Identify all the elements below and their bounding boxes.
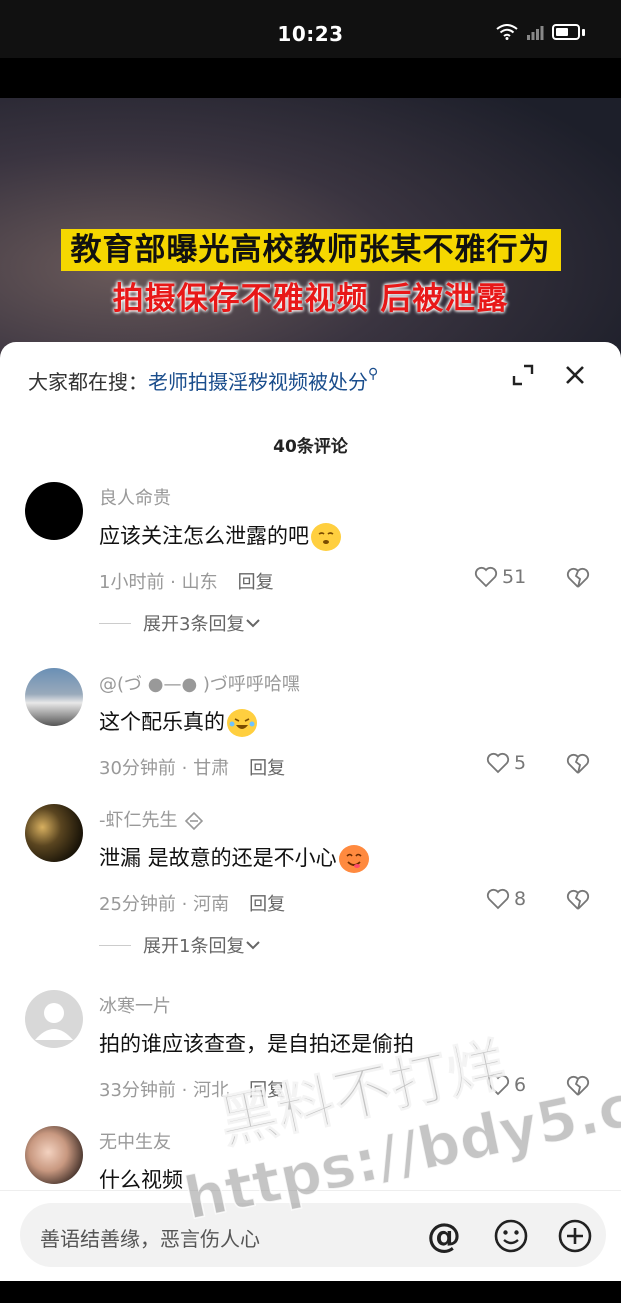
comment-text: 应该关注怎么泄露的吧 [99, 520, 341, 551]
badge-icon [184, 811, 203, 831]
comment-input-bar: 善语结善缘，恶言伤人心 @ [0, 1190, 621, 1281]
yum-emoji-icon [338, 845, 369, 873]
comment-item: 良人命贵 应该关注怎么泄露的吧 1小时前 · 山东 回复 51 展开3条回复 [0, 482, 621, 642]
close-icon[interactable] [562, 362, 588, 388]
status-bar: 10:23 [0, 0, 621, 58]
trending-search: 大家都在搜：老师拍摄淫秽视频被处分⚲ [28, 366, 593, 396]
heart-icon [486, 1074, 510, 1096]
comment-item: 冰寒一片 拍的谁应该查查，是自拍还是偷拍 33分钟前 · 河北 回复 6 [0, 990, 621, 1120]
like-count: 6 [514, 1074, 527, 1096]
divider [99, 944, 131, 946]
comment-item: -虾仁先生 泄漏 是故意的还是不小心 25分钟前 · 河南 回复 8 展开1条回复 [0, 804, 621, 964]
like-button[interactable]: 6 [486, 1074, 526, 1096]
video-player[interactable]: 教育部曝光高校教师张某不雅行为 拍摄保存不雅视频 后被泄露 [0, 58, 621, 358]
comment-sheet: 大家都在搜：老师拍摄淫秽视频被处分⚲ 40条评论 良人命贵 应该关注怎么泄露的吧… [0, 342, 621, 1280]
comment-meta: 25分钟前 · 河南 回复 [99, 894, 286, 915]
comment-item: @(づ ●—● )づ呼呼哈嘿 这个配乐真的 30分钟前 · 甘肃 回复 5 [0, 668, 621, 798]
at-mention-icon[interactable]: @ [425, 1217, 463, 1255]
like-count: 8 [514, 888, 527, 910]
emoji-icon [311, 523, 341, 551]
broken-heart-icon[interactable] [566, 752, 590, 776]
comment-count-title: 40条评论 [273, 437, 348, 457]
broken-heart-icon[interactable] [566, 888, 590, 912]
avatar[interactable] [25, 482, 83, 540]
search-icon: ⚲ [368, 366, 379, 382]
broken-heart-icon[interactable] [566, 1074, 590, 1098]
avatar[interactable] [25, 804, 83, 862]
like-button[interactable]: 51 [474, 566, 526, 588]
divider [99, 622, 131, 624]
broken-heart-icon[interactable] [566, 566, 590, 590]
avatar[interactable] [25, 668, 83, 726]
trending-search-link[interactable]: 老师拍摄淫秽视频被处分 [148, 370, 368, 394]
like-count: 5 [514, 752, 527, 774]
comment-text: 这个配乐真的 [99, 706, 257, 737]
reply-button[interactable]: 回复 [249, 894, 285, 915]
expand-icon[interactable] [510, 362, 536, 388]
video-top-bar [0, 58, 621, 98]
heart-icon [486, 752, 510, 774]
like-button[interactable]: 5 [486, 752, 526, 774]
battery-icon [552, 24, 580, 40]
battery-tip [582, 28, 585, 36]
comment-input-placeholder: 善语结善缘，恶言伤人心 [40, 1227, 260, 1251]
chevron-down-icon [246, 619, 261, 628]
default-avatar-icon [35, 1003, 73, 1040]
video-caption-line2: 拍摄保存不雅视频 后被泄露 [112, 281, 509, 317]
comment-username[interactable]: 无中生友 [99, 1128, 171, 1154]
wifi-icon [496, 24, 518, 40]
comment-username[interactable]: 冰寒一片 [99, 992, 171, 1018]
chevron-down-icon [246, 941, 261, 950]
video-caption-line1: 教育部曝光高校教师张某不雅行为 [0, 224, 621, 271]
comment-input[interactable]: 善语结善缘，恶言伤人心 @ [20, 1203, 606, 1267]
laughing-crying-emoji-icon [227, 709, 257, 737]
comment-username[interactable]: -虾仁先生 [99, 806, 206, 832]
like-button[interactable]: 8 [486, 888, 526, 910]
signal-icon [527, 26, 544, 40]
comment-text: 泄漏 是故意的还是不小心 [99, 842, 369, 873]
comment-meta: 30分钟前 · 甘肃 回复 [99, 758, 286, 779]
expand-replies-button[interactable]: 展开3条回复 [99, 610, 262, 636]
add-icon[interactable] [556, 1217, 594, 1255]
avatar[interactable] [25, 990, 83, 1048]
emoji-picker-icon[interactable] [492, 1217, 530, 1255]
like-count: 51 [502, 566, 527, 588]
heart-icon [474, 566, 498, 588]
comment-username[interactable]: @(づ ●—● )づ呼呼哈嘿 [99, 670, 300, 696]
heart-icon [486, 888, 510, 910]
status-icons [496, 24, 585, 40]
avatar[interactable] [25, 1126, 83, 1184]
comment-meta: 1小时前 · 山东 回复 [99, 572, 274, 593]
comment-meta: 33分钟前 · 河北 回复 [99, 1080, 286, 1101]
reply-button[interactable]: 回复 [238, 572, 274, 593]
comment-username[interactable]: 良人命贵 [99, 484, 171, 510]
trending-label: 大家都在搜： [28, 370, 148, 394]
expand-replies-button[interactable]: 展开1条回复 [99, 932, 262, 958]
comment-text: 拍的谁应该查查，是自拍还是偷拍 [99, 1032, 414, 1056]
reply-button[interactable]: 回复 [249, 758, 285, 779]
reply-button[interactable]: 回复 [249, 1080, 285, 1101]
